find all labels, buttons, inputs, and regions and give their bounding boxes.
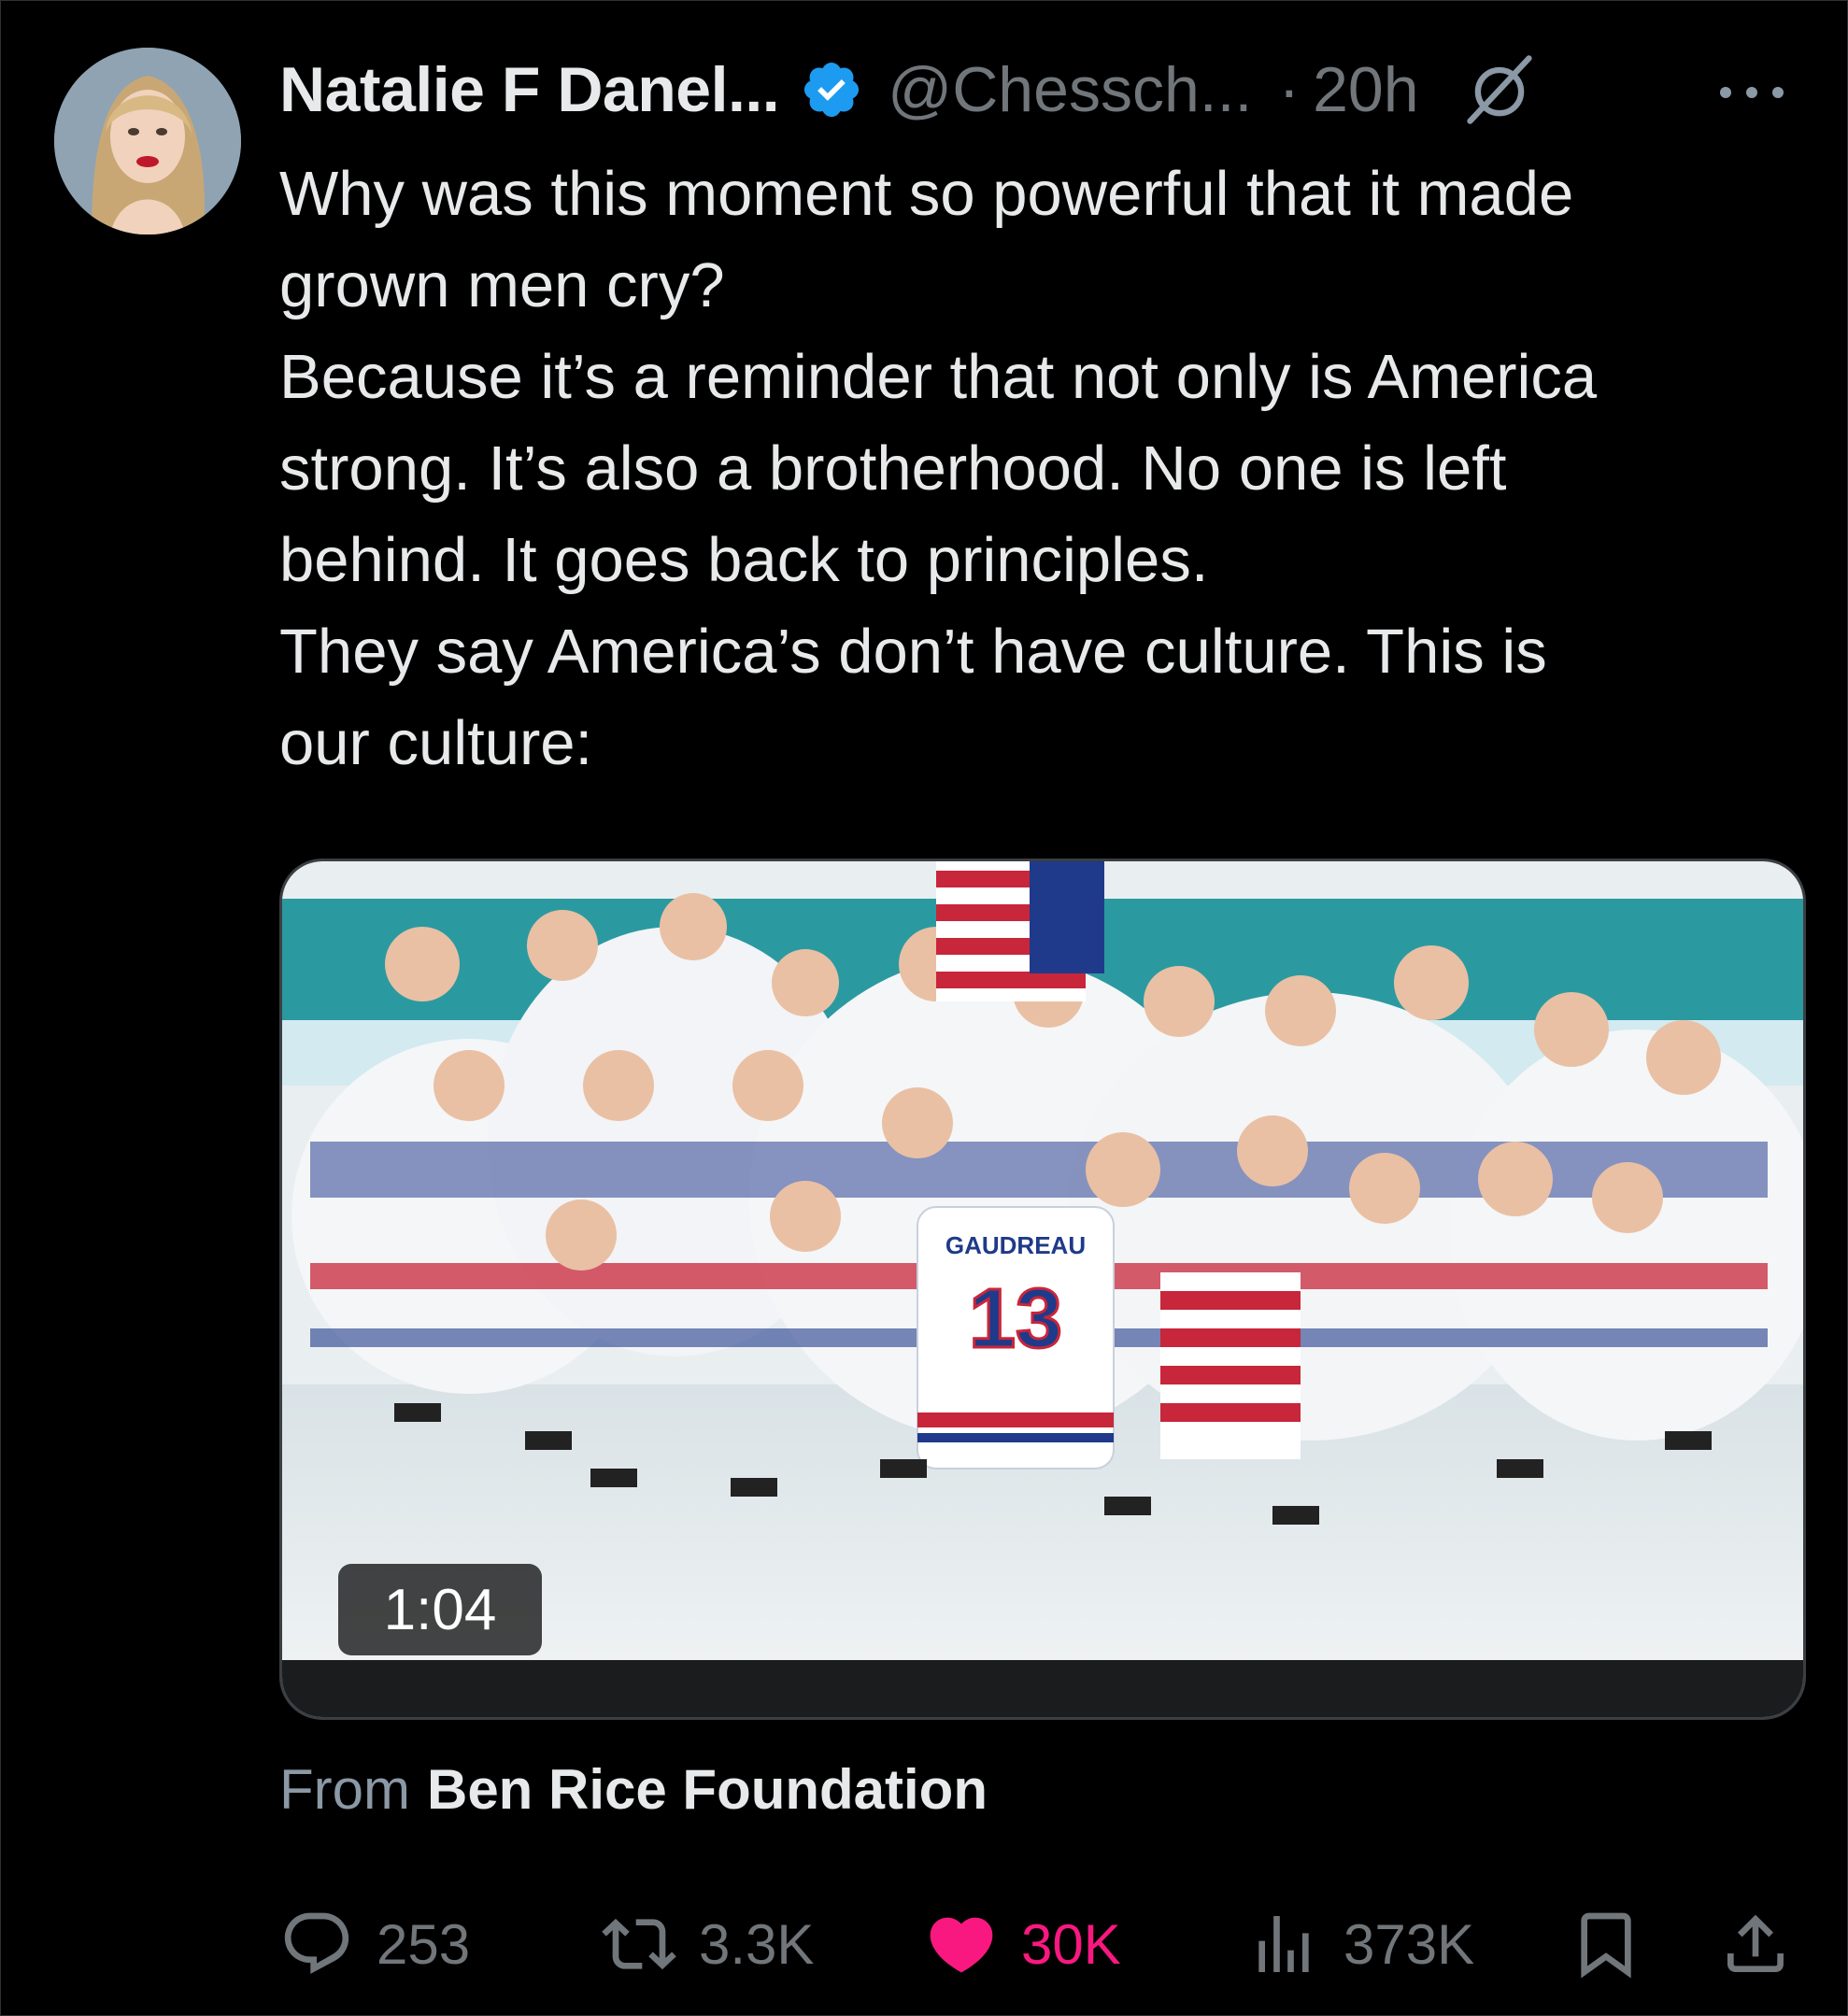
views-icon bbox=[1258, 1916, 1309, 1972]
post-text-line: They say America’s don’t have culture. T… bbox=[279, 617, 1547, 687]
attribution: From Ben Rice Foundation bbox=[279, 1757, 988, 1822]
reply-count: 253 bbox=[377, 1912, 471, 1976]
action-bar: 253 3.3K 30K 373K bbox=[279, 1907, 1812, 1981]
bookmark-icon bbox=[1581, 1912, 1631, 1979]
attribution-source[interactable]: Ben Rice Foundation bbox=[427, 1758, 988, 1821]
post-header: Natalie F Danel... @Chessch... · 20h bbox=[279, 50, 1539, 130]
author-handle[interactable]: @Chessch... bbox=[888, 53, 1252, 126]
post-container: Natalie F Danel... @Chessch... · 20h Why… bbox=[0, 0, 1848, 2016]
video-duration-badge: 1:04 bbox=[338, 1564, 542, 1655]
reply-button[interactable]: 253 bbox=[279, 1907, 470, 1981]
jersey-name: GAUDREAU bbox=[945, 1231, 1086, 1259]
views-button[interactable]: 373K bbox=[1246, 1907, 1474, 1981]
post-timestamp[interactable]: 20h bbox=[1313, 53, 1418, 126]
like-icon bbox=[930, 1917, 993, 1973]
bookmark-button[interactable] bbox=[1569, 1907, 1643, 1981]
separator-dot: · bbox=[1278, 54, 1301, 125]
repost-icon bbox=[602, 1918, 676, 1970]
more-icon[interactable] bbox=[1713, 74, 1791, 111]
views-count: 373K bbox=[1343, 1912, 1475, 1976]
post-text-line: Why was this moment so powerful that it … bbox=[279, 159, 1574, 229]
share-icon bbox=[1727, 1914, 1784, 1972]
author-name[interactable]: Natalie F Danel... bbox=[279, 53, 780, 126]
post-text-line: behind. It goes back to principles. bbox=[279, 525, 1209, 595]
repost-button[interactable]: 3.3K bbox=[602, 1907, 814, 1981]
repost-count: 3.3K bbox=[699, 1912, 815, 1976]
like-count: 30K bbox=[1021, 1912, 1121, 1976]
like-button[interactable]: 30K bbox=[924, 1907, 1121, 1981]
post-text-line: our culture: bbox=[279, 708, 593, 778]
share-button[interactable] bbox=[1718, 1907, 1793, 1981]
jersey-number: 13 bbox=[969, 1272, 1062, 1366]
verified-badge-icon[interactable] bbox=[800, 58, 863, 121]
attribution-prefix: From bbox=[279, 1758, 410, 1821]
post-text-line: grown men cry? bbox=[279, 250, 725, 320]
video-player[interactable]: GAUDREAU 13 1:04 bbox=[279, 859, 1806, 1720]
grok-icon[interactable] bbox=[1460, 50, 1539, 129]
author-avatar[interactable] bbox=[54, 48, 241, 234]
post-text-line: strong. It’s also a brotherhood. No one … bbox=[279, 433, 1507, 504]
post-text: Why was this moment so powerful that it … bbox=[279, 149, 1830, 789]
reply-icon bbox=[284, 1912, 349, 1974]
post-text-line: Because it’s a reminder that not only is… bbox=[279, 342, 1598, 412]
